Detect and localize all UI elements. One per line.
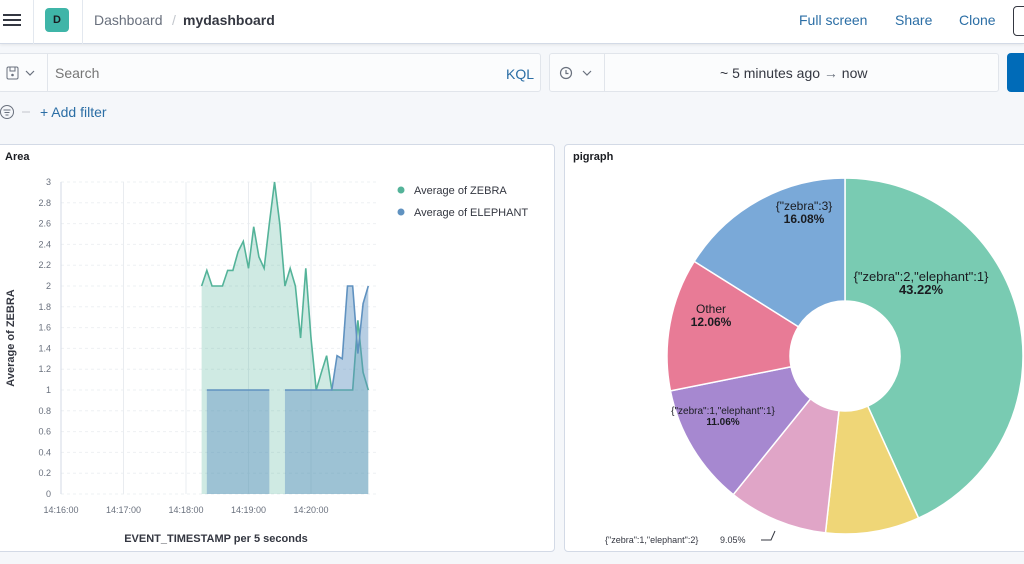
share-button[interactable]: Share <box>895 12 932 28</box>
y-tick-label: 0.4 <box>38 447 51 457</box>
saved-query-icon[interactable] <box>6 66 38 80</box>
clock-icon[interactable] <box>559 66 595 80</box>
legend-dot <box>397 208 405 216</box>
y-tick-label: 1.2 <box>38 364 51 374</box>
slice-percent: 43.22% <box>899 282 944 297</box>
y-tick-label: 2.2 <box>38 260 51 270</box>
leader-line <box>761 530 776 541</box>
x-axis-label: EVENT_TIMESTAMP per 5 seconds <box>124 533 308 545</box>
slice-label: {"zebra":1,"elephant":1} <box>671 406 775 417</box>
x-tick-label: 14:16:00 <box>43 505 78 515</box>
area-fill <box>206 390 270 494</box>
full-screen-button[interactable]: Full screen <box>799 12 867 28</box>
y-tick-label: 0.6 <box>38 427 51 437</box>
time-range[interactable]: ~ 5 minutes ago → now <box>720 65 867 81</box>
y-tick-label: 1.8 <box>38 302 51 312</box>
y-tick-label: 0.2 <box>38 468 51 478</box>
y-axis-label: Average of ZEBRA <box>5 289 17 386</box>
y-tick-label: 1.6 <box>38 323 51 333</box>
divider <box>82 0 83 44</box>
slice-label: {"zebra":3} <box>776 199 833 213</box>
y-tick-label: 1 <box>46 385 51 395</box>
pie-chart: {"zebra":2,"elephant":1}43.22%{"zebra":1… <box>605 177 1024 545</box>
add-filter-button[interactable]: + Add filter <box>40 104 107 120</box>
x-tick-label: 14:18:00 <box>168 505 203 515</box>
y-tick-label: 2 <box>46 281 51 291</box>
legend-dot <box>397 186 405 194</box>
y-tick-label: 2.6 <box>38 219 51 229</box>
breadcrumb-separator: / <box>172 12 176 28</box>
legend-item: Average of ZEBRA <box>414 185 507 197</box>
edit-button[interactable] <box>1013 6 1024 36</box>
pie-panel: pigraph {"zebra":2,"elephant":1} 43.22% {"… <box>564 144 1024 552</box>
space-avatar[interactable]: D <box>45 8 69 32</box>
y-tick-label: 2.8 <box>38 198 51 208</box>
search-input[interactable] <box>55 62 475 84</box>
y-tick-label: 3 <box>46 177 51 187</box>
clone-button[interactable]: Clone <box>959 12 996 28</box>
slice-percent: 9.05% <box>720 535 746 545</box>
legend-item: Average of ELEPHANT <box>414 207 528 219</box>
refresh-button[interactable] <box>1007 53 1024 92</box>
y-tick-label: 1.4 <box>38 343 51 353</box>
area-panel: Area 0 0.2 0.4 0.6 0.8 1 1.2 1.4 1.6 1.8 2 2.2 2.4 2.… <box>0 144 555 552</box>
top-nav: D Dashboard / mydashboard Full screen Sh… <box>0 0 1024 44</box>
arrow-right-icon: → <box>823 65 838 81</box>
y-tick-label: 0 <box>46 489 51 499</box>
slice-percent: 11.06% <box>706 417 739 428</box>
query-bar: KQL <box>0 53 541 92</box>
time-end[interactable]: now <box>842 65 868 81</box>
menu-icon[interactable] <box>3 11 21 29</box>
y-tick-label: 2.4 <box>38 239 51 249</box>
breadcrumb-dashboard[interactable]: Dashboard <box>94 12 163 28</box>
x-tick-label: 14:19:00 <box>231 505 266 515</box>
slice-label: Other <box>696 302 726 316</box>
filter-icon[interactable] <box>0 104 34 120</box>
divider <box>33 0 34 44</box>
kql-toggle[interactable]: KQL <box>506 66 534 82</box>
slice-percent: 16.08% <box>784 212 825 226</box>
area-chart: 0 0.2 0.4 0.6 0.8 1 1.2 1.4 1.6 1.8 2 2.2 2.4 2.6 2.8 3… <box>5 177 528 545</box>
breadcrumb-current: mydashboard <box>183 12 275 28</box>
slice-label: {"zebra":1,"elephant":2} <box>605 535 698 545</box>
slice-percent: 12.06% <box>691 315 732 329</box>
time-start[interactable]: ~ 5 minutes ago <box>720 65 820 81</box>
x-tick-label: 14:17:00 <box>106 505 141 515</box>
time-picker: ~ 5 minutes ago → now <box>549 53 999 92</box>
y-tick-label: 0.8 <box>38 406 51 416</box>
x-tick-label: 14:20:00 <box>293 505 328 515</box>
